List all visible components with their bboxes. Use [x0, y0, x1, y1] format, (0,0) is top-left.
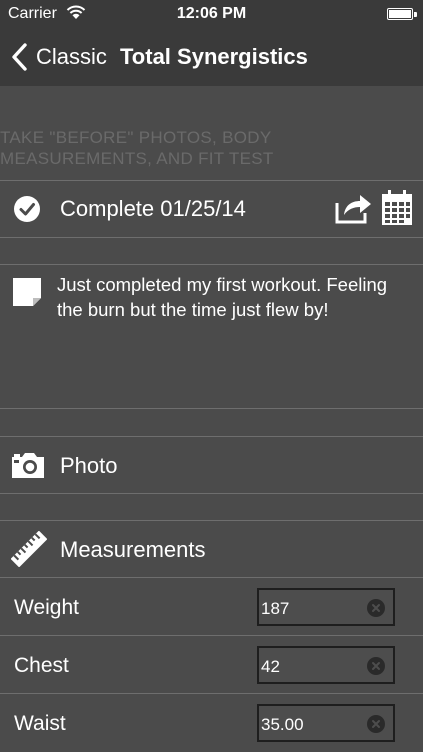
- chest-label: Chest: [14, 654, 69, 677]
- back-label: Classic: [36, 44, 107, 69]
- complete-date-label: Complete 01/25/14: [60, 196, 246, 221]
- divider: [0, 264, 423, 265]
- note-icon: [13, 278, 41, 306]
- divider: [0, 493, 423, 494]
- measurement-row-waist: Waist 35.00: [0, 694, 423, 752]
- waist-field[interactable]: 35.00: [257, 704, 395, 742]
- share-icon[interactable]: [334, 191, 374, 225]
- ruler-icon: [11, 531, 47, 567]
- weight-field[interactable]: 187: [257, 588, 395, 626]
- camera-icon: [12, 453, 44, 478]
- clear-icon[interactable]: [367, 657, 385, 675]
- photo-label: Photo: [60, 453, 118, 478]
- note-text[interactable]: Just completed my first workout. Feeling…: [57, 272, 407, 322]
- divider: [0, 237, 423, 238]
- divider: [0, 408, 423, 409]
- measurements-row[interactable]: Measurements: [0, 521, 423, 577]
- chest-field[interactable]: 42: [257, 646, 395, 684]
- complete-row: Complete 01/25/14: [0, 181, 423, 237]
- calendar-icon[interactable]: [381, 190, 413, 226]
- weight-label: Weight: [14, 596, 79, 619]
- page-title: Total Synergistics: [120, 44, 308, 69]
- chevron-left-icon: [12, 43, 27, 71]
- back-button[interactable]: Classic: [10, 42, 107, 72]
- battery-icon: [387, 8, 417, 20]
- checkmark-circle-icon[interactable]: [13, 195, 41, 223]
- task-description: TAKE "BEFORE" PHOTOS, BODY MEASUREMENTS,…: [0, 127, 423, 169]
- task-line-1: TAKE "BEFORE" PHOTOS, BODY: [0, 128, 272, 147]
- status-bar: Carrier 12:06 PM: [0, 0, 423, 28]
- measurement-row-weight: Weight 187: [0, 578, 423, 636]
- clear-icon[interactable]: [367, 599, 385, 617]
- clear-icon[interactable]: [367, 715, 385, 733]
- waist-value: 35.00: [261, 715, 304, 734]
- measurements-label: Measurements: [60, 537, 206, 562]
- weight-value: 187: [261, 599, 290, 618]
- waist-label: Waist: [14, 712, 66, 735]
- chest-value: 42: [261, 657, 280, 676]
- task-line-2: MEASUREMENTS, AND FIT TEST: [0, 149, 274, 168]
- clock: 12:06 PM: [176, 5, 247, 22]
- photo-row[interactable]: Photo: [0, 437, 423, 493]
- navigation-bar: Classic Total Synergistics: [0, 28, 423, 86]
- measurement-row-chest: Chest 42: [0, 636, 423, 694]
